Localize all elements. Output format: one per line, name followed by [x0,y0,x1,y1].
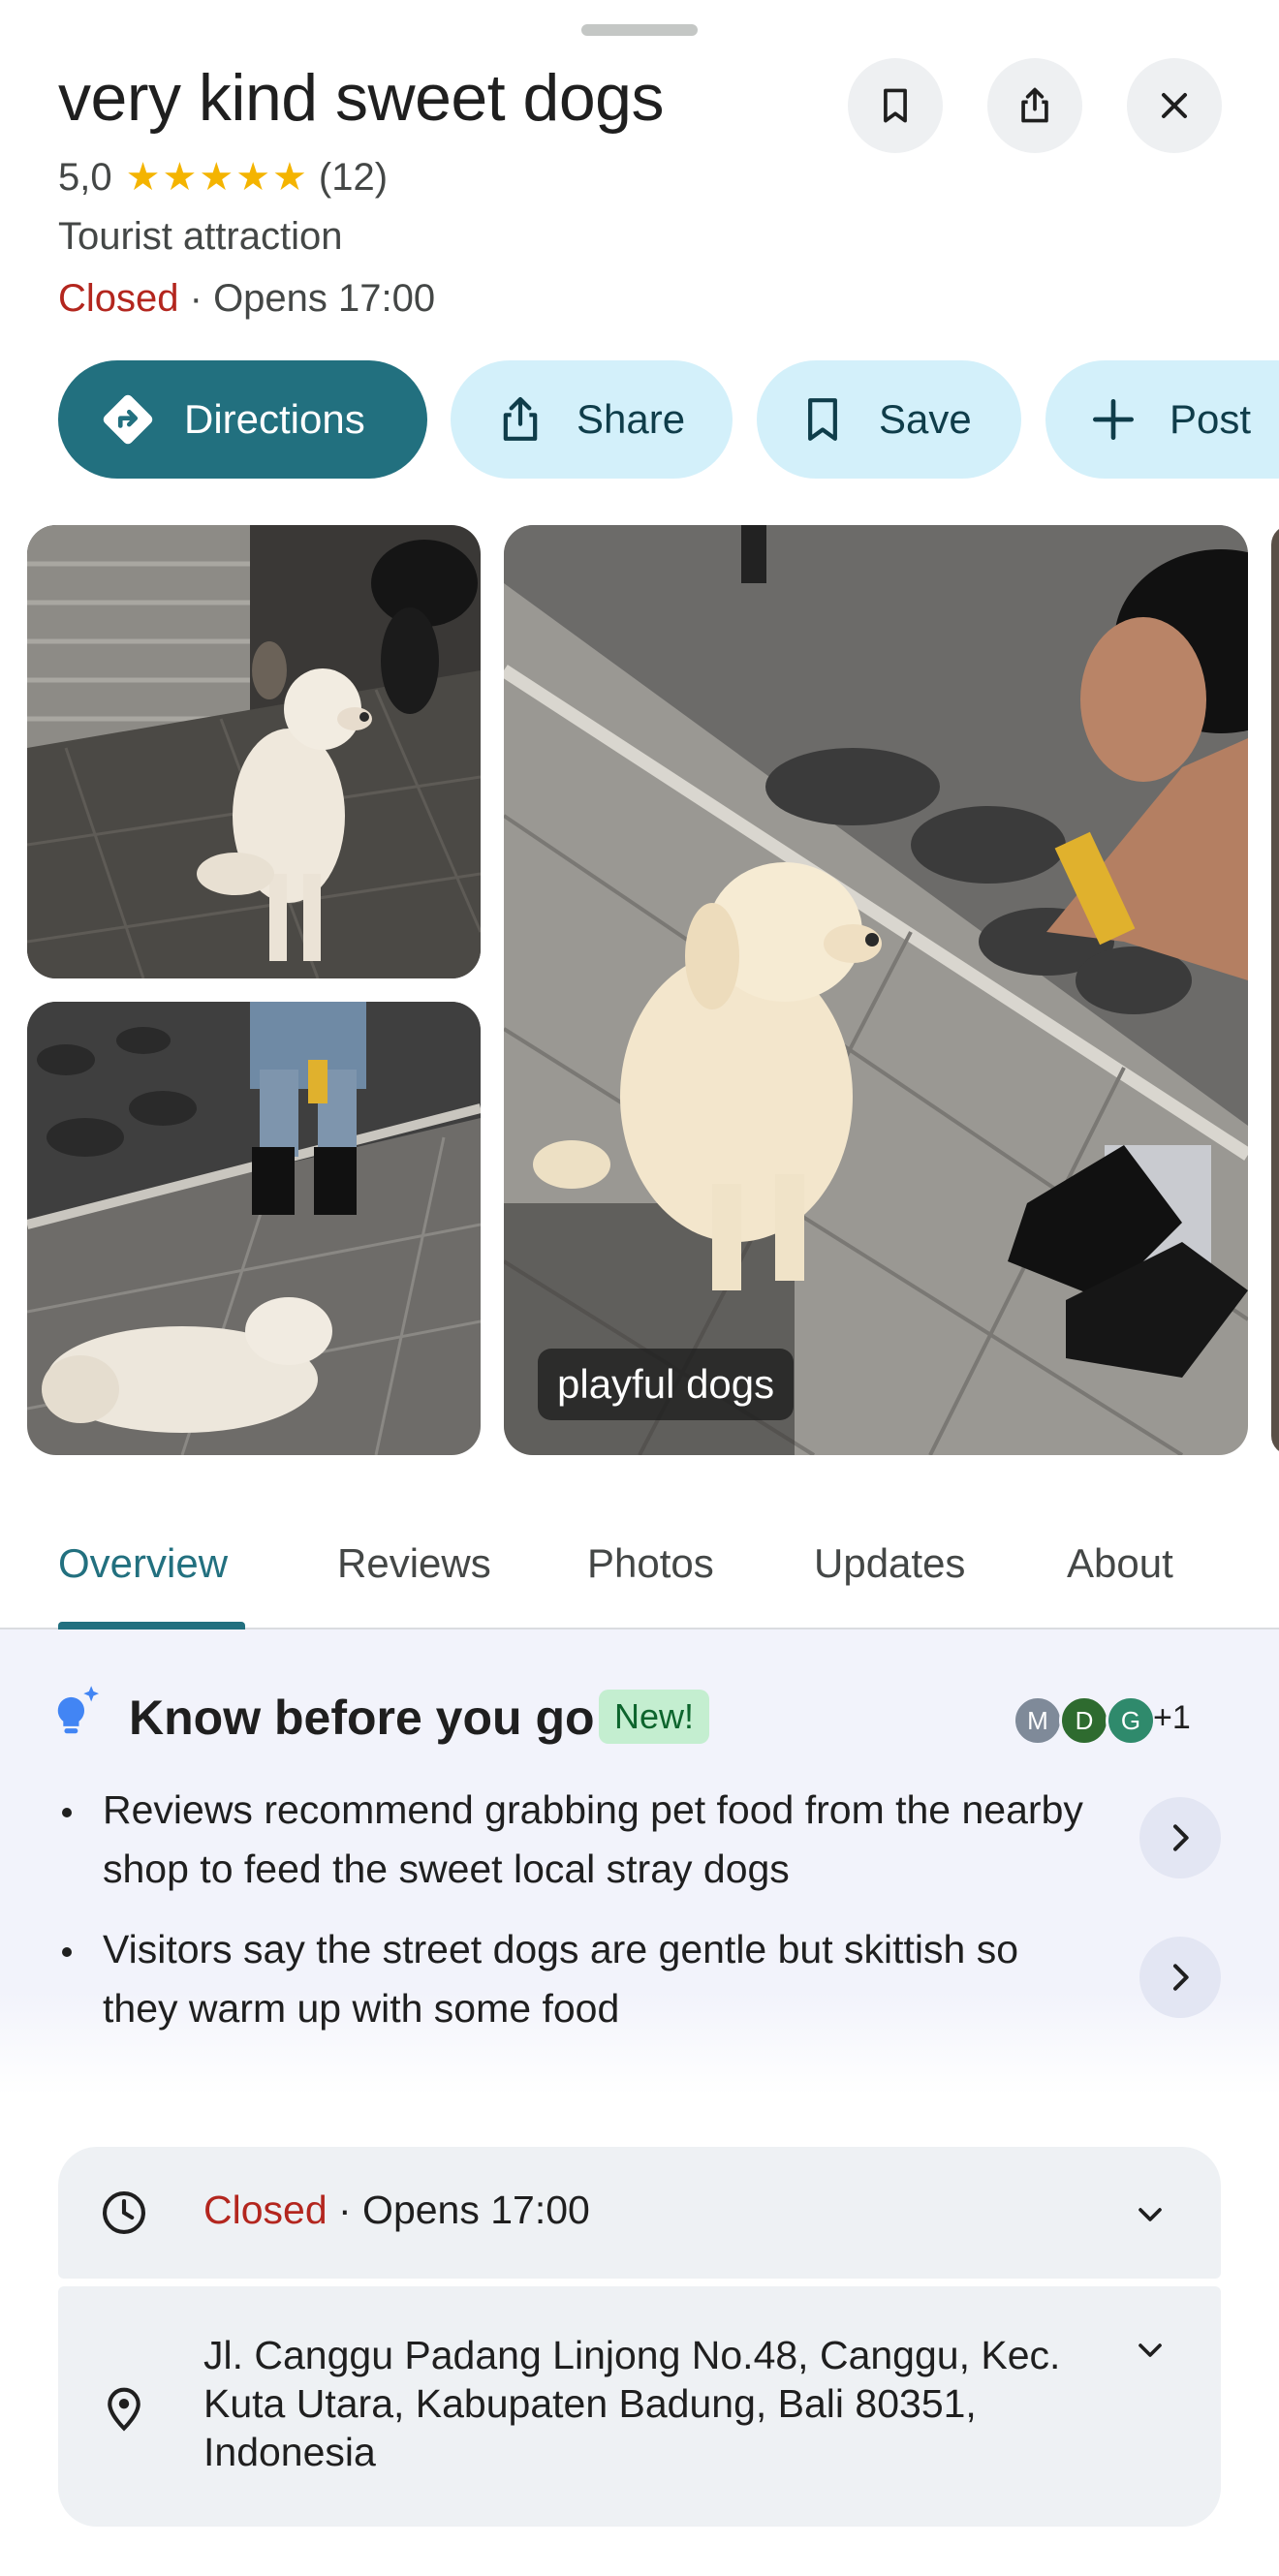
photo-caption: playful dogs [538,1349,795,1420]
post-button[interactable]: Post [1045,360,1279,479]
save-label: Save [879,396,972,442]
photo-feeding-dog[interactable] [504,525,1248,1455]
active-tab-indicator [58,1622,245,1629]
address-text[interactable]: Jl. Canggu Padang Linjong No.48, Canggu,… [203,2331,1114,2476]
chevron-down-icon[interactable] [1131,2331,1170,2374]
place-category: Tourist attraction [58,215,343,258]
hours-status: Closed · Opens 17:00 [203,2188,590,2233]
post-label: Post [1170,396,1252,442]
photo-next-edge[interactable] [1271,525,1279,1455]
avatar-more-count: +1 [1153,1699,1191,1736]
bullet-icon [62,1808,72,1817]
tab-about[interactable]: About [1067,1540,1173,1587]
tab-photos[interactable]: Photos [587,1540,714,1587]
tab-reviews[interactable]: Reviews [337,1540,491,1587]
avatar: D [1059,1695,1109,1746]
chevron-right-icon [1173,1824,1189,1851]
directions-icon [97,389,159,450]
rating-value: 5,0 [58,155,112,199]
chevron-down-icon[interactable] [1131,2195,1170,2239]
close-button[interactable] [1127,58,1222,153]
insight-open-button[interactable] [1139,1797,1221,1878]
photo-dog-lying[interactable] [27,1002,481,1455]
address-card[interactable]: Jl. Canggu Padang Linjong No.48, Canggu,… [58,2286,1221,2527]
opens-time: · Opens 17:00 [178,277,436,320]
hours-card[interactable]: Closed · Opens 17:00 [58,2147,1221,2279]
rating-row[interactable]: 5,0 ★★★★★ (12) [58,155,388,200]
sheet-drag-handle[interactable] [581,24,698,36]
tab-bar: Overview Reviews Photos Updates About [0,1511,1279,1629]
dog-photo-illustration [27,525,481,978]
save-button[interactable]: Save [757,360,1021,479]
photo-dog-sitting[interactable] [27,525,481,978]
close-icon [1161,92,1188,119]
plus-icon [1086,392,1140,447]
closed-label: Closed [58,277,179,320]
dog-photo-illustration [27,1002,481,1455]
closed-label: Closed [203,2188,328,2232]
bullet-icon [62,1947,72,1957]
share-icon [1021,87,1048,123]
review-count: (12) [318,155,389,199]
directions-label: Directions [184,396,365,442]
bookmark-icon [884,88,907,123]
share-button[interactable]: Share [451,360,733,479]
open-status: Closed · Opens 17:00 [58,277,435,321]
new-badge: New! [599,1690,710,1744]
bookmark-icon [795,392,850,447]
rating-stars-icon: ★★★★★ [125,156,309,199]
insight-item[interactable]: Visitors say the street dogs are gentle … [103,1920,1091,2038]
avatar: M [1013,1695,1063,1746]
opens-time: · Opens 17:00 [327,2188,590,2232]
share-round-button[interactable] [987,58,1082,153]
clock-icon [99,2188,149,2243]
tab-overview[interactable]: Overview [58,1540,228,1587]
insight-open-button[interactable] [1139,1937,1221,2018]
dog-photo-illustration [504,525,1248,1455]
avatar: G [1106,1695,1156,1746]
insight-item[interactable]: Reviews recommend grabbing pet food from… [103,1781,1091,1899]
share-label: Share [577,396,686,442]
place-title: very kind sweet dogs [58,61,664,135]
directions-button[interactable]: Directions [58,360,427,479]
tab-updates[interactable]: Updates [814,1540,965,1587]
location-pin-icon [99,2383,149,2438]
save-round-button[interactable] [848,58,943,153]
share-icon [493,392,547,447]
know-before-you-go-title: Know before you go [129,1691,595,1745]
chevron-right-icon [1173,1964,1189,1991]
sparkle-lightbulb-icon [48,1684,103,1747]
